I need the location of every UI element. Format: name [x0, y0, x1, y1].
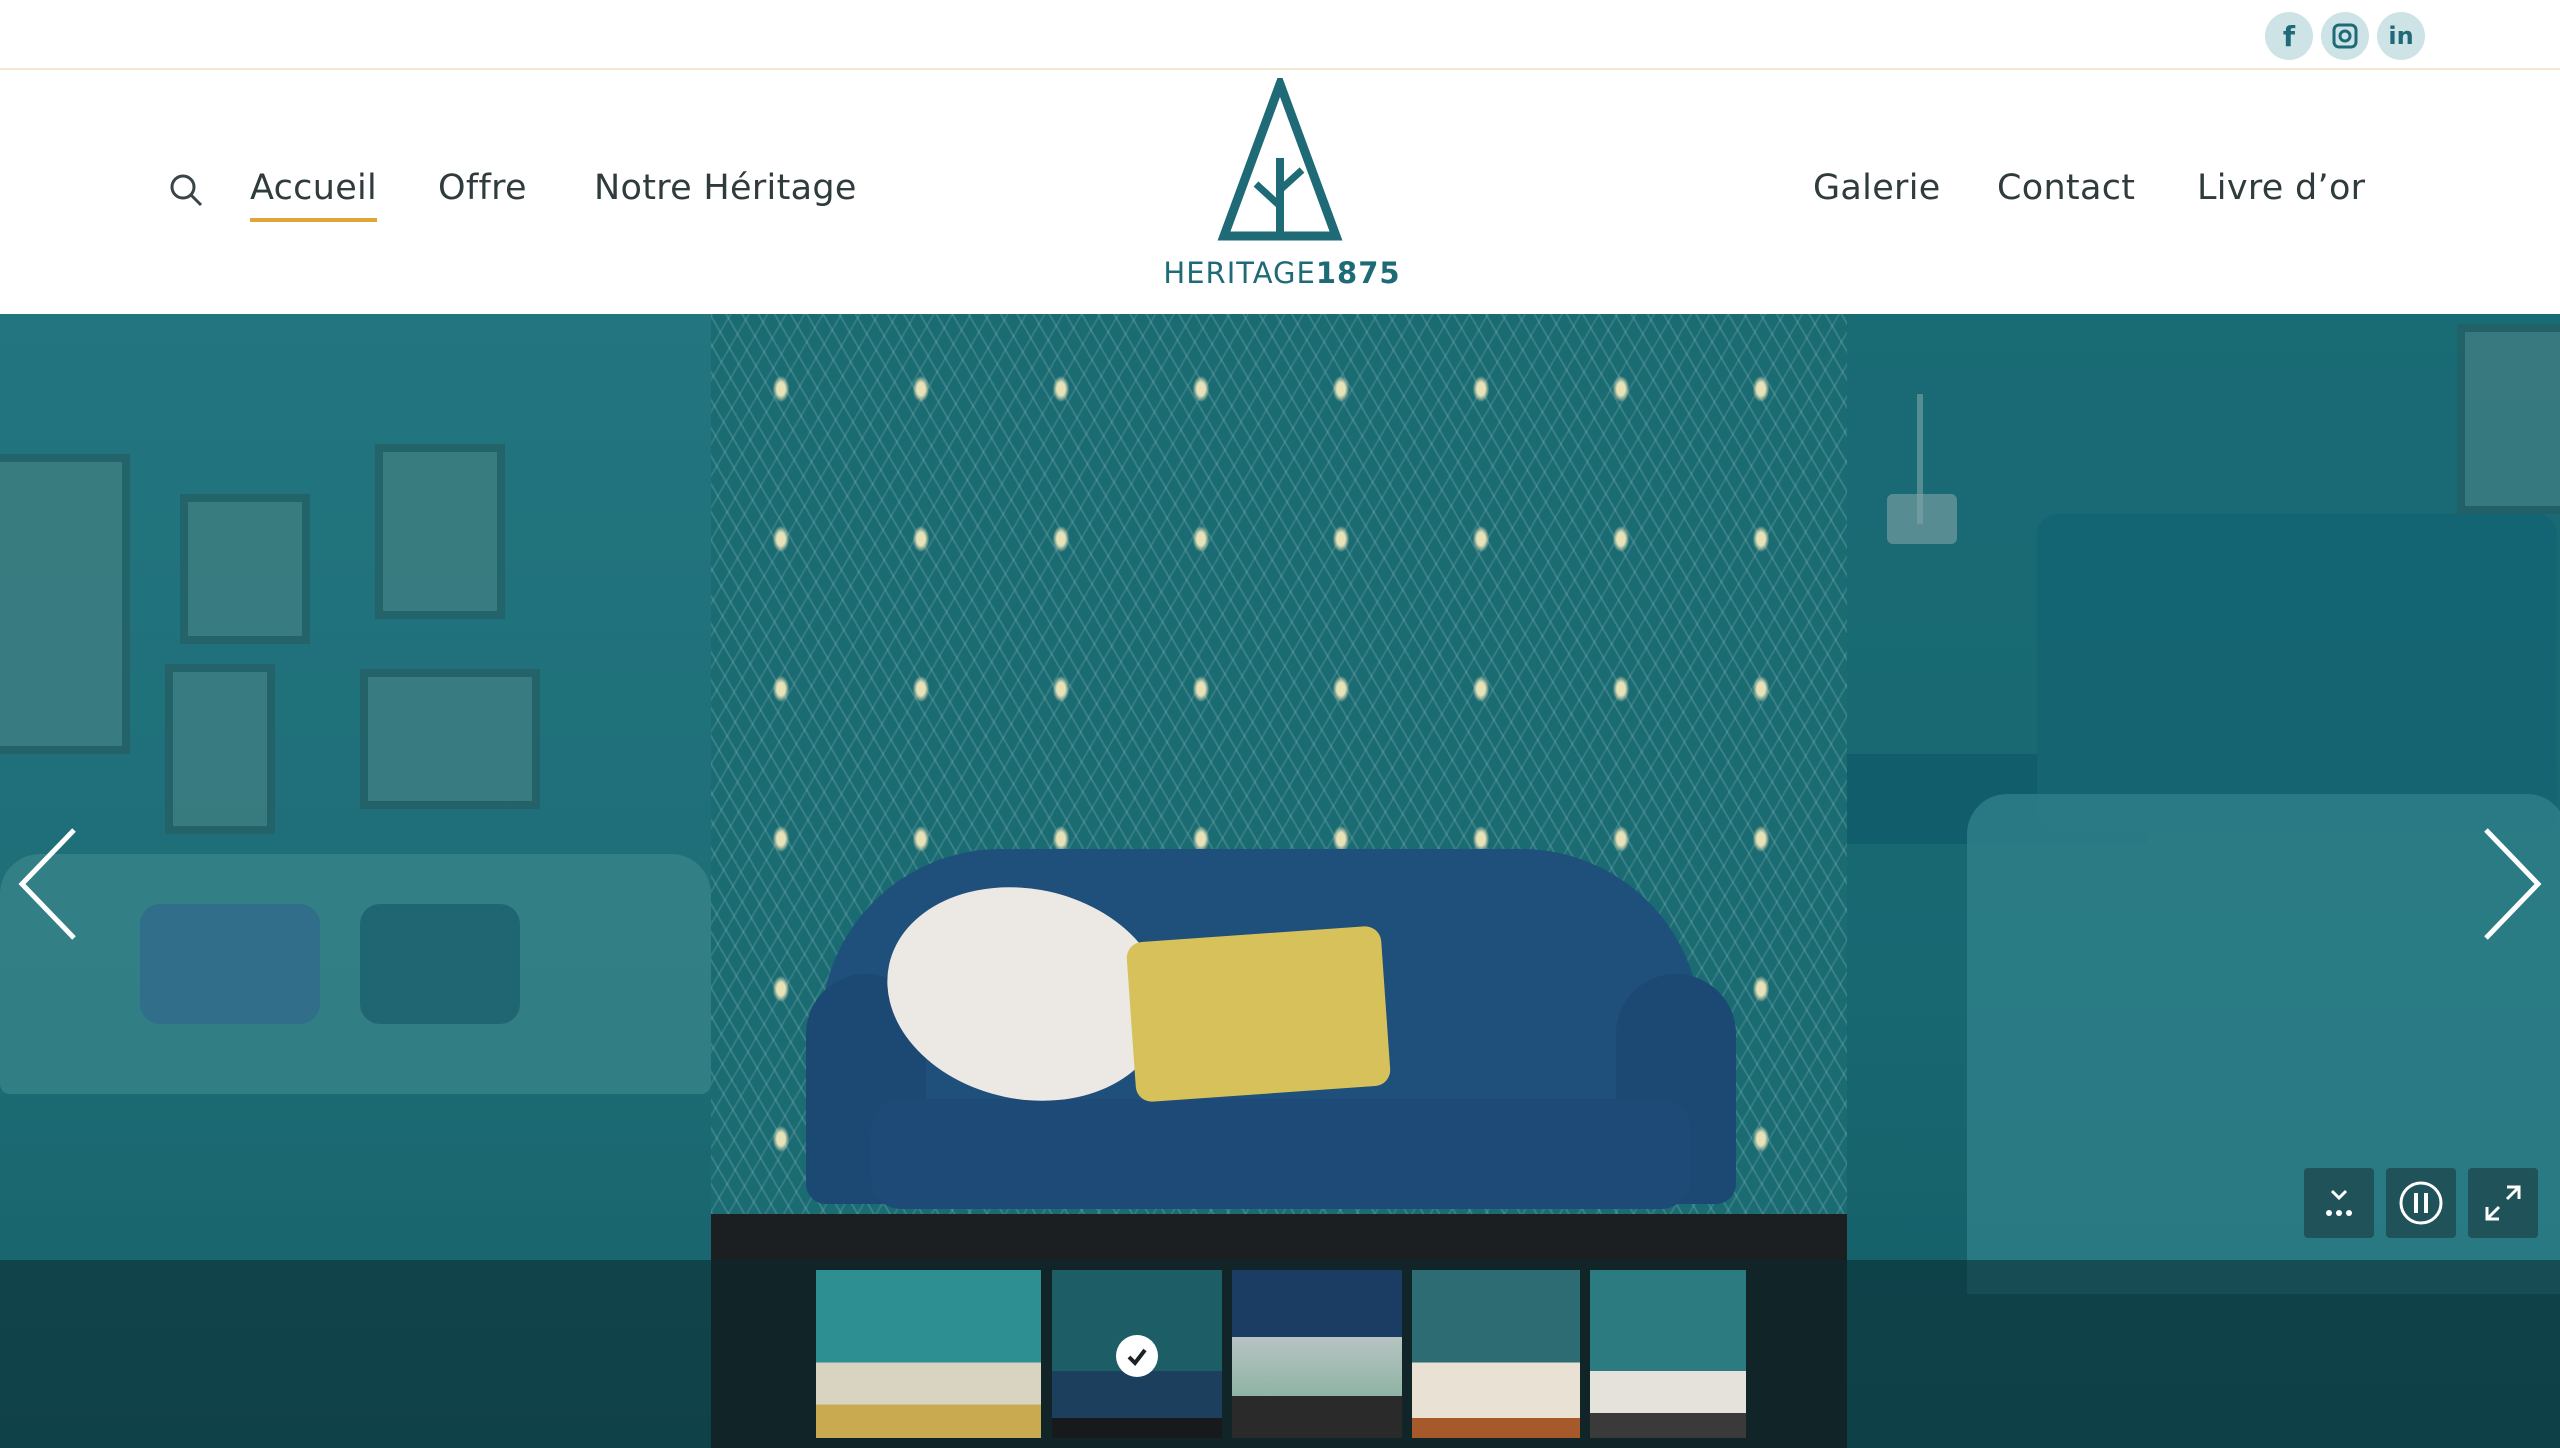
logo-name: HERITAGE: [1163, 256, 1316, 290]
nav-notre-heritage[interactable]: Notre Héritage: [594, 168, 857, 208]
toggle-thumbnails-button[interactable]: [2304, 1168, 2374, 1238]
thumbnails-toggle-icon: [2326, 1189, 2352, 1216]
facebook-icon[interactable]: f: [2265, 12, 2313, 60]
thumbnail-navy-bedroom[interactable]: [1232, 1270, 1402, 1438]
sofa-seat: [871, 1099, 1691, 1209]
fullscreen-button[interactable]: [2468, 1168, 2538, 1238]
site-header: Accueil Offre Notre Héritage HERITAGE187…: [0, 72, 2560, 314]
instagram-icon[interactable]: [2321, 12, 2369, 60]
thumbnail-teal-dresser[interactable]: [1590, 1270, 1746, 1438]
fullscreen-icon: [2485, 1185, 2521, 1221]
selected-check-icon: [1116, 1335, 1158, 1377]
chevron-left-icon[interactable]: [12, 824, 82, 944]
tree-logo-icon: [1217, 78, 1343, 241]
nav-accueil[interactable]: Accueil: [250, 168, 378, 222]
linkedin-icon[interactable]: in: [2377, 12, 2425, 60]
site-logo[interactable]: HERITAGE1875: [1140, 78, 1420, 308]
thumbnail-white-bedroom[interactable]: [1412, 1270, 1580, 1438]
nav-livre-dor[interactable]: Livre d’or: [2197, 168, 2365, 208]
pause-icon: [2399, 1181, 2443, 1225]
instagram-glyph: [2332, 23, 2358, 49]
logo-wordmark: HERITAGE1875: [1162, 256, 1402, 290]
yellow-cushion: [1125, 925, 1392, 1103]
checkmark-glyph: [1127, 1348, 1147, 1367]
chevron-right-icon[interactable]: [2478, 824, 2548, 944]
search-icon[interactable]: [168, 172, 204, 208]
nav-galerie[interactable]: Galerie: [1813, 168, 1941, 208]
pause-button[interactable]: [2386, 1168, 2456, 1238]
social-bar: f in: [0, 0, 2560, 70]
nav-offre[interactable]: Offre: [438, 168, 527, 208]
thumbnail-living-room-teal[interactable]: [816, 1270, 1041, 1438]
logo-year: 1875: [1315, 256, 1401, 290]
nav-contact[interactable]: Contact: [1997, 168, 2135, 208]
